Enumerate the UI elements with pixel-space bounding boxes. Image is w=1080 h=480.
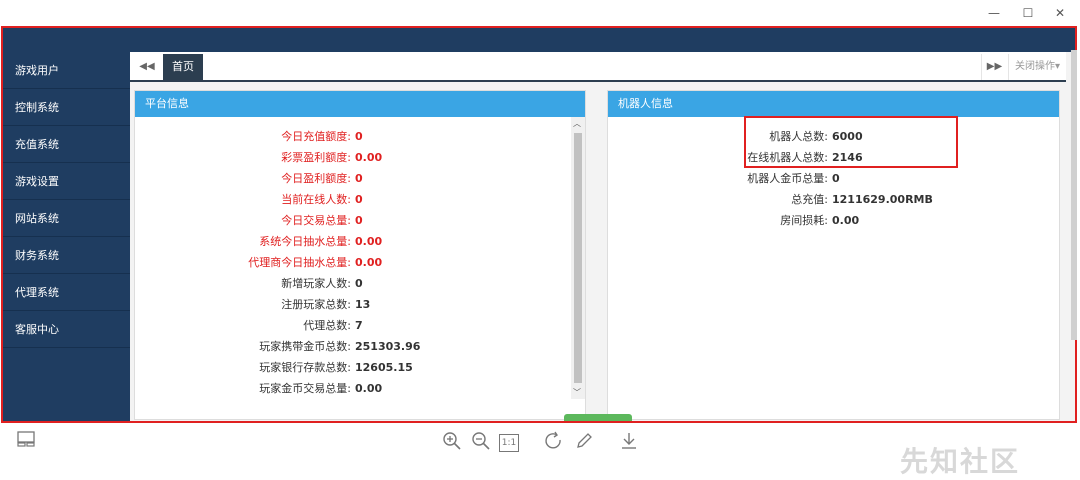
rotate-icon[interactable] — [543, 431, 565, 453]
stat-value: 0.00 — [355, 256, 383, 269]
stat-label: 新增玩家人数: — [281, 277, 351, 290]
tab-bar: ◀◀ 首页 ▶▶ 关闭操作▾ — [130, 52, 1066, 82]
pencil-icon[interactable] — [573, 431, 595, 453]
zoom-in-icon[interactable] — [441, 431, 463, 453]
platform-info-row: 今日盈利额度: 0 — [135, 168, 585, 189]
stat-value: 0 — [832, 172, 840, 185]
platform-info-row: 当前在线人数: 0 — [135, 189, 585, 210]
close-operations-dropdown[interactable]: 关闭操作▾ — [1008, 54, 1066, 80]
stat-label: 今日交易总量: — [281, 214, 351, 227]
platform-info-row: 今日充值额度: 0 — [135, 126, 585, 147]
stat-label: 当前在线人数: — [281, 193, 351, 206]
robot-info-row: 总充值: 1211629.00RMB — [608, 189, 1059, 210]
stat-value: 0.00 — [355, 382, 383, 395]
scroll-up-icon[interactable]: ︿ — [573, 118, 581, 129]
layout-icon[interactable] — [15, 431, 37, 453]
green-action-button[interactable] — [564, 414, 632, 421]
stat-value: 0 — [355, 277, 363, 290]
double-right-arrow-icon[interactable]: ▶▶ — [981, 54, 1007, 80]
zoom-out-icon[interactable] — [470, 431, 492, 453]
maximize-icon[interactable]: ☐ — [1018, 4, 1038, 22]
stat-value: 13 — [355, 298, 371, 311]
platform-info-row: 系统今日抽水总量: 0.00 — [135, 231, 585, 252]
platform-info-row: 代理商今日抽水总量: 0.00 — [135, 252, 585, 273]
scroll-thumb[interactable] — [574, 133, 582, 383]
close-icon[interactable]: ✕ — [1050, 4, 1070, 22]
sidebar-item-finance-system[interactable]: 财务系统 — [3, 237, 130, 274]
sidebar-item-game-users[interactable]: 游戏用户 — [3, 52, 130, 89]
platform-info-row: 注册玩家总数: 13 — [135, 294, 585, 315]
stat-label: 注册玩家总数: — [281, 298, 351, 311]
sidebar-item-agent-system[interactable]: 代理系统 — [3, 274, 130, 311]
platform-info-row: 代理总数: 7 — [135, 315, 585, 336]
watermark-text: 先知社区 — [900, 445, 1021, 478]
scroll-down-icon[interactable]: ﹀ — [573, 387, 581, 398]
window-scrollbar[interactable] — [1071, 50, 1077, 340]
stat-value: 0 — [355, 172, 363, 185]
stat-label: 房间损耗: — [780, 214, 828, 227]
stat-label: 代理商今日抽水总量: — [248, 256, 351, 269]
stat-label: 系统今日抽水总量: — [259, 235, 351, 248]
stat-value: 1211629.00RMB — [832, 193, 933, 206]
stat-value: 7 — [355, 319, 363, 332]
stat-value: 251303.96 — [355, 340, 421, 353]
download-icon[interactable] — [618, 431, 640, 453]
platform-info-row: 新增玩家人数: 0 — [135, 273, 585, 294]
stat-value: 12605.15 — [355, 361, 413, 374]
sidebar-item-customer-service[interactable]: 客服中心 — [3, 311, 130, 348]
stat-label: 代理总数: — [303, 319, 351, 332]
stat-value: 0.00 — [832, 214, 860, 227]
stat-value: 0.00 — [355, 151, 383, 164]
minimize-icon[interactable]: — — [984, 4, 1004, 22]
admin-app-frame: 游戏用户 控制系统 充值系统 游戏设置 网站系统 财务系统 代理系统 客服中心 … — [1, 26, 1077, 423]
stat-label: 玩家携带金币总数: — [259, 340, 351, 353]
platform-info-row: 彩票盈利额度: 0.00 — [135, 147, 585, 168]
stat-label: 今日盈利额度: — [281, 172, 351, 185]
robot-info-row: 房间损耗: 0.00 — [608, 210, 1059, 231]
platform-info-row: 玩家金币交易总量: 0.00 — [135, 378, 585, 399]
stat-value: 0 — [355, 130, 363, 143]
platform-info-row: 玩家银行存款总数: 12605.15 — [135, 357, 585, 378]
panel-title: 机器人信息 — [608, 91, 1059, 117]
sidebar-nav: 游戏用户 控制系统 充值系统 游戏设置 网站系统 财务系统 代理系统 客服中心 — [3, 52, 130, 421]
stat-label: 玩家金币交易总量: — [259, 382, 351, 395]
platform-info-row: 玩家携带金币总数: 251303.96 — [135, 336, 585, 357]
stat-value: 0 — [355, 193, 363, 206]
tab-home[interactable]: 首页 — [163, 54, 203, 80]
panel-title: 平台信息 — [135, 91, 585, 117]
stat-label: 总充值: — [791, 193, 828, 206]
highlight-box — [744, 116, 958, 168]
stat-label: 今日充值额度: — [281, 130, 351, 143]
double-left-arrow-icon[interactable]: ◀◀ — [134, 54, 160, 80]
platform-info-panel: 平台信息 ︿ ﹀ 今日充值额度: 0 彩票盈利额度: 0.00 今日盈利额度: 0 当前在线… — [134, 90, 586, 420]
stat-label: 机器人金币总量: — [747, 172, 828, 185]
stat-label: 彩票盈利额度: — [281, 151, 351, 164]
platform-info-row: 今日交易总量: 0 — [135, 210, 585, 231]
window-titlebar: — ☐ ✕ — [0, 0, 1080, 26]
stat-value: 0.00 — [355, 235, 383, 248]
sidebar-item-website-system[interactable]: 网站系统 — [3, 200, 130, 237]
sidebar-item-game-settings[interactable]: 游戏设置 — [3, 163, 130, 200]
sidebar-item-recharge-system[interactable]: 充值系统 — [3, 126, 130, 163]
panel-scrollbar[interactable]: ︿ ﹀ — [571, 117, 585, 399]
stat-value: 0 — [355, 214, 363, 227]
top-header-bar — [3, 28, 1075, 52]
platform-info-list: ︿ ﹀ 今日充值额度: 0 彩票盈利额度: 0.00 今日盈利额度: 0 当前在线人数: 0 今… — [135, 117, 585, 399]
robot-info-row: 机器人金币总量: 0 — [608, 168, 1059, 189]
actual-size-icon[interactable]: 1:1 — [499, 434, 519, 452]
stat-label: 玩家银行存款总数: — [259, 361, 351, 374]
main-content: ◀◀ 首页 ▶▶ 关闭操作▾ 平台信息 ︿ ﹀ 今日充值额度: 0 彩票盈利额度: 0… — [130, 52, 1075, 421]
sidebar-item-control-system[interactable]: 控制系统 — [3, 89, 130, 126]
